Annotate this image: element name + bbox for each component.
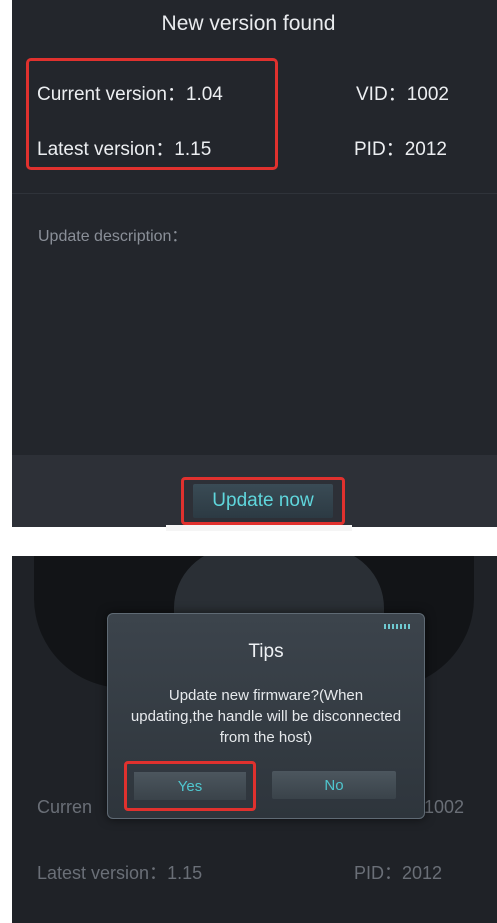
latest-version-value: 1.15 bbox=[174, 139, 212, 160]
bg-latest-version-value: 1.15 bbox=[167, 863, 203, 883]
latest-version-row: Latest version：1.15 bbox=[37, 134, 211, 161]
update-now-button[interactable]: Update now bbox=[193, 484, 333, 518]
current-version-row: Current version：1.04 bbox=[37, 79, 223, 106]
confirm-screen: Curren 1002 Latest version：1.15 PID：2012… bbox=[12, 556, 497, 923]
update-screen: New version found Current version：1.04 L… bbox=[12, 0, 497, 527]
dialog-title: Tips bbox=[248, 641, 284, 662]
vid-row: VID：1002 bbox=[356, 79, 449, 106]
vid-value: 1002 bbox=[406, 84, 449, 105]
yes-button[interactable]: Yes bbox=[134, 772, 246, 800]
bg-current-version-label: Curren bbox=[37, 797, 93, 817]
bg-latest-version-label: Latest version： bbox=[37, 863, 168, 883]
dialog-corner-decoration bbox=[384, 624, 410, 629]
yes-button-highlight: Yes bbox=[124, 761, 256, 811]
update-now-button-highlight: Update now bbox=[181, 477, 345, 525]
bg-vid-value: 1002 bbox=[424, 797, 465, 817]
tips-dialog: Tips Update new firmware?(When updating,… bbox=[107, 613, 425, 819]
pid-value: 2012 bbox=[404, 139, 447, 160]
pid-row: PID：2012 bbox=[354, 134, 447, 161]
current-version-label: Current version： bbox=[37, 84, 186, 105]
vid-label: VID： bbox=[356, 84, 407, 105]
current-version-value: 1.04 bbox=[185, 84, 223, 105]
bg-pid-label: PID： bbox=[354, 863, 403, 883]
bg-pid-value: 2012 bbox=[402, 863, 443, 883]
pid-label: PID： bbox=[354, 139, 405, 160]
dialog-message: Update new firmware?(When updating,the h… bbox=[130, 687, 402, 746]
bg-pid-row: PID：2012 bbox=[354, 859, 442, 885]
divider bbox=[12, 193, 497, 194]
bottom-bar: Update now bbox=[12, 455, 497, 527]
no-button[interactable]: No bbox=[272, 771, 396, 799]
update-description-label: Update description： bbox=[38, 228, 188, 245]
screen-separator bbox=[166, 525, 352, 531]
bg-latest-version-row: Latest version：1.15 bbox=[37, 859, 202, 885]
latest-version-label: Latest version： bbox=[37, 139, 175, 160]
page-title: New version found bbox=[161, 12, 336, 35]
